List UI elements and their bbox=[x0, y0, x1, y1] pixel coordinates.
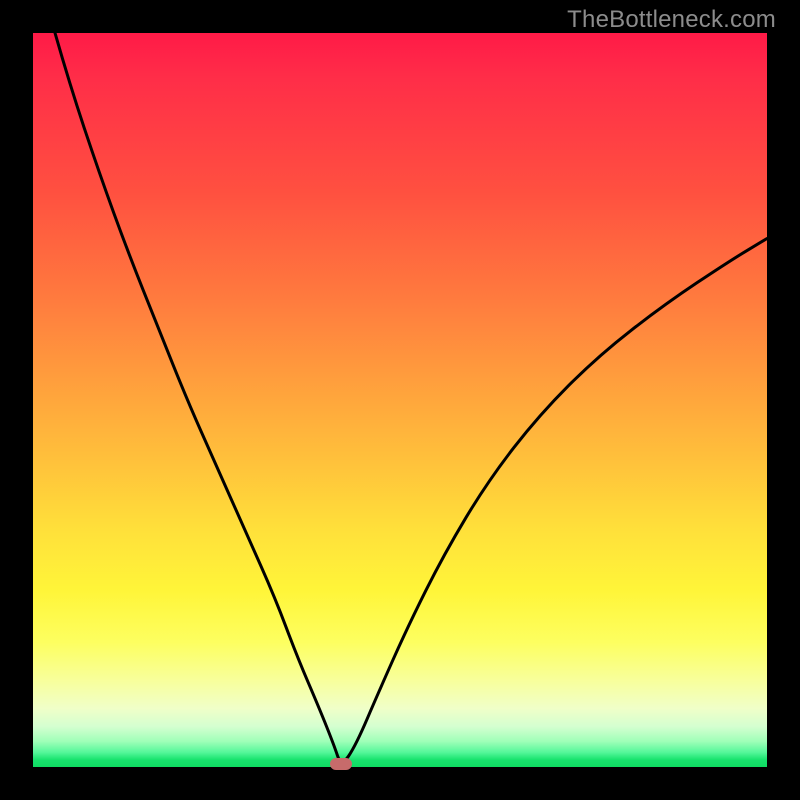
plot-area bbox=[33, 33, 767, 767]
bottleneck-curve bbox=[33, 33, 767, 767]
minimum-marker bbox=[330, 758, 352, 770]
chart-frame: TheBottleneck.com bbox=[0, 0, 800, 800]
watermark-text: TheBottleneck.com bbox=[567, 6, 776, 34]
